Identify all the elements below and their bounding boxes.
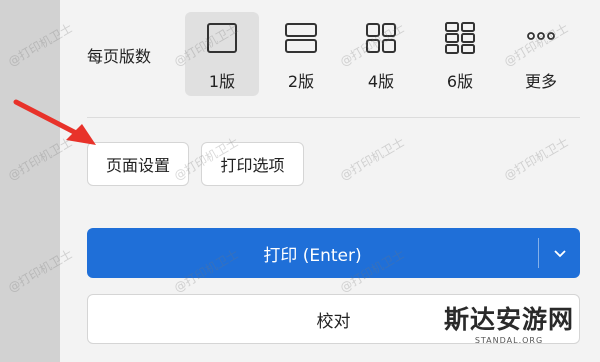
print-button[interactable]: 打印 (Enter) bbox=[87, 228, 580, 278]
single-page-icon bbox=[207, 23, 237, 53]
layout-option-1[interactable]: 1版 bbox=[185, 12, 259, 96]
page-setup-button[interactable]: 页面设置 bbox=[87, 142, 189, 186]
more-dots-icon bbox=[527, 32, 555, 40]
brand-name: 斯达安游网 bbox=[443, 305, 574, 334]
red-arrow-annotation bbox=[13, 99, 96, 145]
brand-logo: 斯达安游网 STANDAL.ORG bbox=[424, 304, 594, 356]
layout-option-label: 1版 bbox=[208, 72, 236, 91]
pages-per-sheet-label: 每页版数 bbox=[87, 47, 152, 66]
layout-option-6[interactable]: 6版 bbox=[423, 12, 497, 96]
two-pages-icon bbox=[285, 23, 317, 53]
print-options-button[interactable]: 打印选项 bbox=[201, 142, 304, 186]
left-gutter bbox=[0, 0, 60, 362]
layout-option-4[interactable]: 4版 bbox=[344, 12, 418, 96]
print-dropdown-toggle[interactable] bbox=[539, 228, 580, 278]
layout-option-2[interactable]: 2版 bbox=[264, 12, 338, 96]
layout-option-more[interactable]: 更多 bbox=[504, 12, 578, 96]
print-button-label[interactable]: 打印 (Enter) bbox=[87, 228, 538, 278]
chevron-down-icon bbox=[553, 250, 566, 258]
section-divider bbox=[87, 117, 580, 118]
four-pages-icon bbox=[366, 23, 396, 53]
layout-option-label: 2版 bbox=[287, 72, 315, 91]
brand-domain: STANDAL.ORG bbox=[474, 336, 544, 345]
six-pages-icon bbox=[445, 22, 475, 54]
layout-option-label: 4版 bbox=[367, 72, 395, 91]
layout-option-label: 6版 bbox=[446, 72, 474, 91]
layout-option-label: 更多 bbox=[524, 72, 557, 91]
